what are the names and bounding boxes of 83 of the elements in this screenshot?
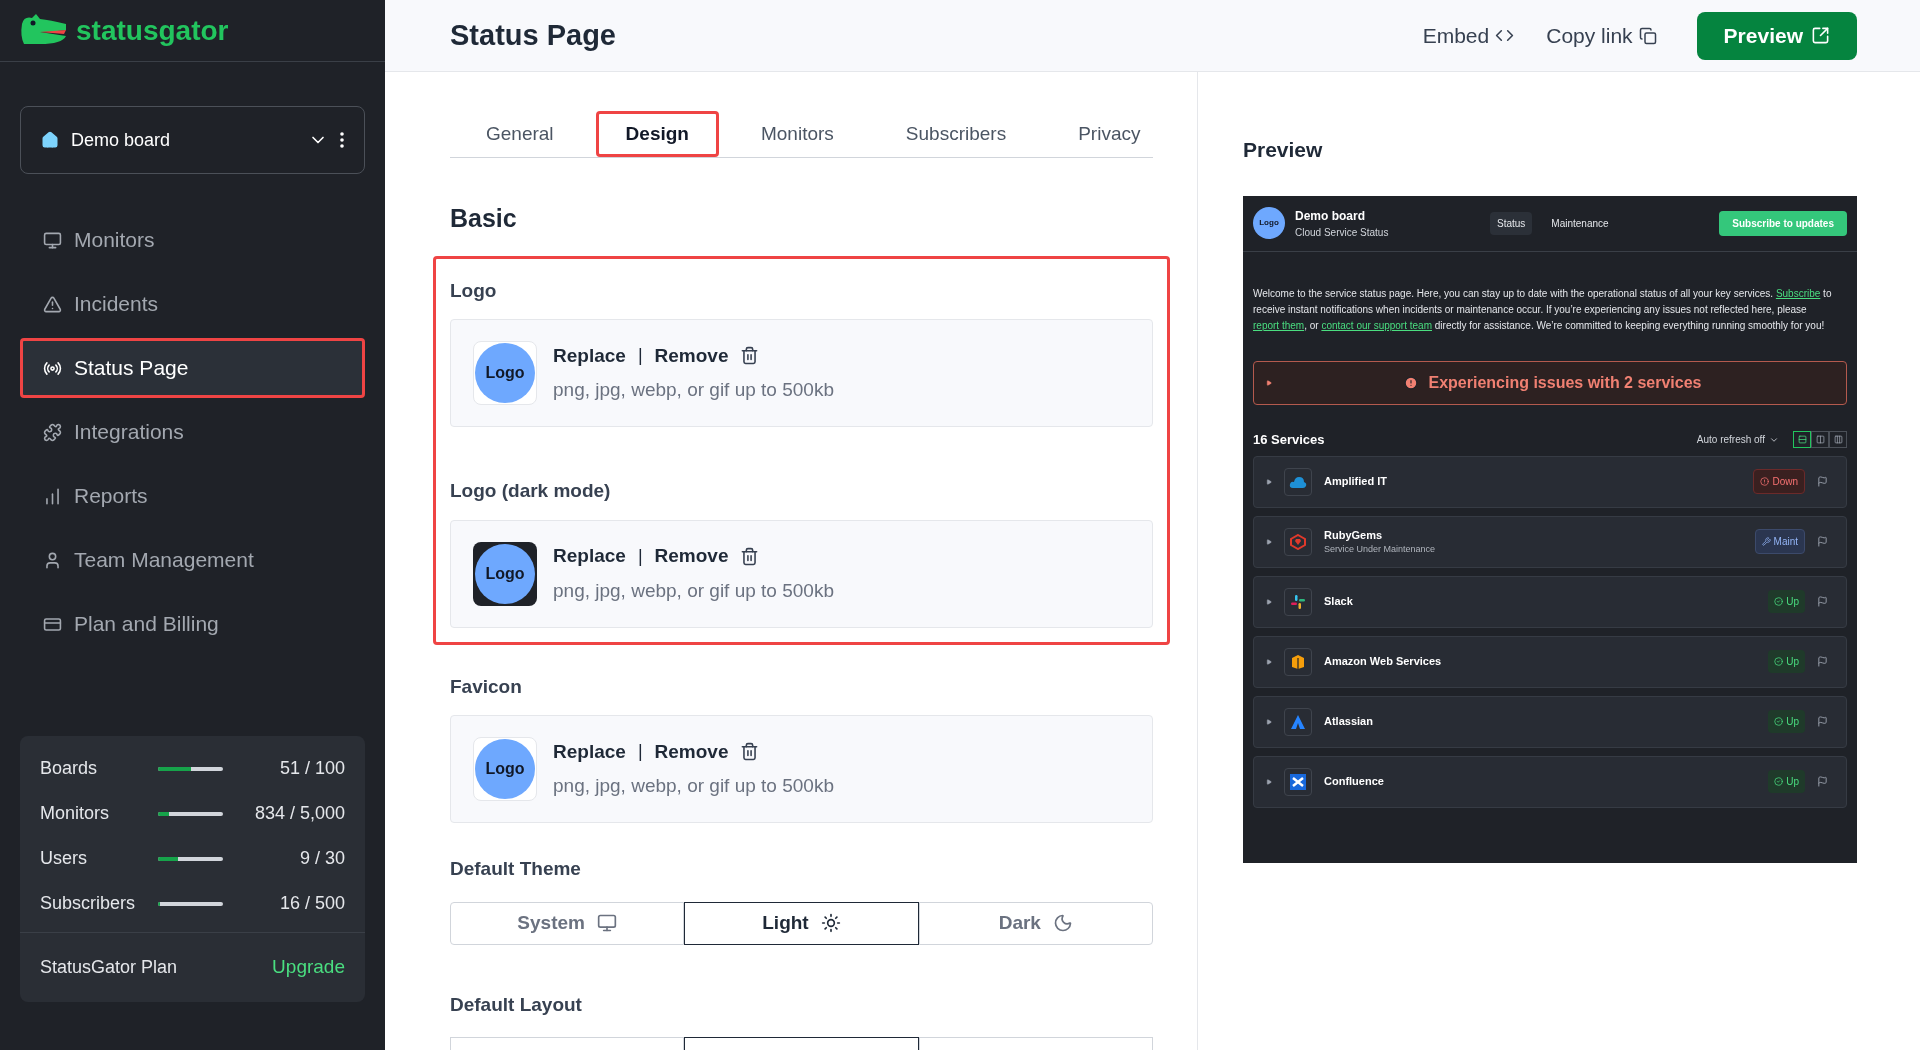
inline-link[interactable]: Subscribe xyxy=(1775,287,1821,299)
field-label: Default Layout xyxy=(450,992,583,1017)
service-row[interactable]: Slack Up xyxy=(1253,575,1847,628)
nav-item[interactable]: Incidents xyxy=(20,274,365,334)
service-name: Confluence xyxy=(1324,774,1384,790)
up-badge: Up xyxy=(1768,710,1805,733)
board-selector[interactable]: Demo board xyxy=(20,106,365,174)
section-title: Basic xyxy=(450,203,518,234)
replace-link[interactable]: Replace xyxy=(553,542,626,571)
service-row[interactable]: RubyGems Service Under Maintenance Maint xyxy=(1253,515,1847,568)
up-badge: Up xyxy=(1768,650,1805,673)
nav-item[interactable]: Integrations xyxy=(20,402,365,462)
service-subtitle: Service Under Maintenance xyxy=(1324,543,1436,556)
nav-item[interactable]: Monitors xyxy=(20,210,365,270)
inline-link[interactable]: contact our support team xyxy=(1321,319,1432,331)
nav-item[interactable]: Reports xyxy=(20,466,365,526)
usage-label: Subscribers xyxy=(40,892,137,915)
theme-option[interactable]: Light xyxy=(684,901,919,945)
logo-placeholder-text: Logo xyxy=(485,363,525,383)
usage-count: 51 / 100 xyxy=(279,757,345,780)
replace-link[interactable]: Replace xyxy=(553,737,626,766)
remove-link[interactable]: Remove xyxy=(654,737,729,766)
service-name: Slack xyxy=(1324,594,1353,610)
preview-nav-tab[interactable]: Status xyxy=(1490,211,1533,235)
nav-item[interactable]: Status Page xyxy=(20,338,365,398)
page-title: Status Page xyxy=(450,17,616,53)
theme-option[interactable]: System xyxy=(450,901,685,945)
separator: | xyxy=(637,544,643,568)
board-name: Demo board xyxy=(1295,207,1366,225)
tab[interactable]: Monitors xyxy=(730,111,864,157)
tab[interactable]: Design xyxy=(595,111,719,157)
tab[interactable]: General xyxy=(456,111,584,157)
field-label: Default Theme xyxy=(450,857,582,881)
separator: | xyxy=(637,740,643,764)
preview-button[interactable]: Preview xyxy=(1696,11,1857,60)
services-count: 16 Services xyxy=(1253,430,1325,449)
nav-item[interactable]: Team Management xyxy=(20,530,365,590)
usage-label: Users xyxy=(40,847,88,870)
file-hint: png, jpg, webp, or gif up to 500kb xyxy=(553,578,834,603)
preview-title: Preview xyxy=(1243,137,1324,163)
field-label: Logo (dark mode) xyxy=(450,479,612,503)
plan-name: StatusGator Plan xyxy=(40,956,178,979)
service-row[interactable]: Amplified IT Down xyxy=(1253,455,1847,508)
replace-link[interactable]: Replace xyxy=(553,341,626,370)
theme-option[interactable]: Dark xyxy=(918,901,1153,945)
maintenance-badge: Maint xyxy=(1754,529,1805,554)
file-hint: png, jpg, webp, or gif up to 500kb xyxy=(553,378,834,402)
up-badge: Up xyxy=(1768,590,1805,613)
remove-link[interactable]: Remove xyxy=(654,542,729,571)
nav-item[interactable]: Plan and Billing xyxy=(20,594,365,654)
tab[interactable]: Subscribers xyxy=(875,111,1037,157)
preview-logo: Logo xyxy=(1253,207,1285,239)
usage-label: Boards xyxy=(40,757,99,780)
service-name: Atlassian xyxy=(1324,714,1373,730)
issue-message: Experiencing issues with 2 services xyxy=(1428,372,1702,393)
field-label: Logo xyxy=(450,278,498,303)
usage-label: Monitors xyxy=(40,802,111,825)
down-badge: Down xyxy=(1753,469,1805,494)
service-row[interactable]: Atlassian Up xyxy=(1253,695,1847,748)
logo-placeholder-text: Logo xyxy=(485,563,525,584)
upgrade-link[interactable]: Upgrade xyxy=(272,953,345,982)
usage-count: 16 / 500 xyxy=(279,892,345,915)
board-subtitle: Cloud Service Status xyxy=(1295,225,1390,240)
service-name: Amplified IT xyxy=(1324,474,1387,490)
remove-link[interactable]: Remove xyxy=(654,341,729,370)
usage-count: 9 / 30 xyxy=(299,847,345,870)
copy-link-button[interactable]: Copy link xyxy=(1546,19,1657,52)
preview-nav-tab[interactable]: Maintenance xyxy=(1544,211,1616,235)
service-row[interactable]: Confluence Up xyxy=(1253,755,1847,808)
separator: | xyxy=(637,344,643,368)
service-name: RubyGems xyxy=(1324,527,1384,543)
auto-refresh-dropdown[interactable]: Auto refresh off xyxy=(1696,432,1779,447)
field-label: Favicon xyxy=(450,674,523,699)
file-hint: png, jpg, webp, or gif up to 500kb xyxy=(553,774,834,798)
intro-paragraph: Welcome to the service status page. Here, you can stay up to date with the operational status of all your key services. Subscribe to receive instant notifications when incidents or maintenance occur. If you’re experiencing any issues not reflected here, please report them, or contact our support team directly for assistance. We’re committed to keeping everything running smoothly for you! xyxy=(1253,286,1833,333)
brand-name: statusgator xyxy=(76,13,229,48)
up-badge: Up xyxy=(1768,770,1805,793)
service-name: Amazon Web Services xyxy=(1324,654,1442,670)
embed-link[interactable]: Embed xyxy=(1422,19,1515,52)
service-row[interactable]: Amazon Web Services Up xyxy=(1253,635,1847,688)
tab[interactable]: Privacy xyxy=(1048,111,1171,157)
logo-placeholder-text: Logo xyxy=(485,759,525,779)
usage-count: 834 / 5,000 xyxy=(254,802,345,825)
